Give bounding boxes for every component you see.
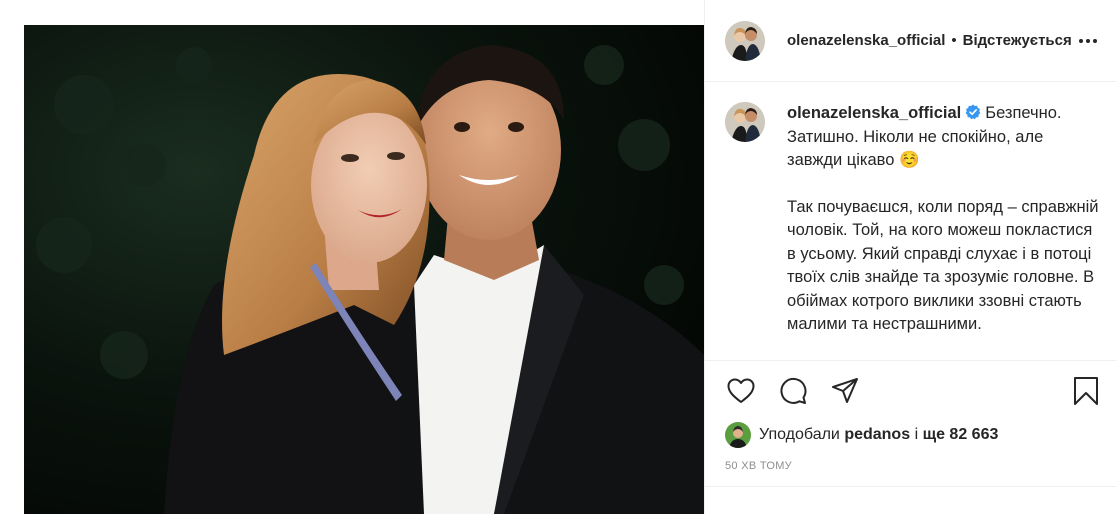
comment-icon[interactable] (777, 375, 809, 407)
post-photo[interactable] (24, 25, 704, 514)
avatar[interactable] (725, 20, 765, 61)
photo-panel (0, 0, 704, 514)
caption-text: olenazelenska_official Безпечно. Затишно.… (787, 102, 1100, 360)
liker-username[interactable]: pedanos (844, 426, 910, 443)
likes-conjunction: і (914, 426, 919, 443)
verified-badge-icon (965, 104, 981, 120)
likes-text: Уподобали pedanos і ще 82 663 (759, 426, 998, 444)
likes-count[interactable]: ще 82 663 (923, 426, 999, 443)
divider (705, 486, 1116, 487)
post-header: olenazelenska_official • Відстежується (705, 0, 1116, 82)
likes-row: Уподобали pedanos і ще 82 663 (705, 420, 1116, 450)
paper-plane-icon[interactable] (829, 375, 861, 407)
header-username[interactable]: olenazelenska_official (787, 32, 945, 49)
post-timestamp[interactable]: 50 ХВ ТОМУ (705, 460, 1116, 472)
bookmark-icon[interactable] (1070, 375, 1102, 407)
liker-avatar[interactable] (725, 422, 751, 448)
more-horizontal-icon[interactable] (1076, 29, 1100, 53)
caption-avatar[interactable] (725, 102, 765, 142)
caption-area: olenazelenska_official Безпечно. Затишно.… (705, 82, 1116, 360)
action-bar (705, 360, 1116, 420)
header-separator: • (951, 32, 957, 49)
post-side-panel: olenazelenska_official • Відстежується o… (704, 0, 1116, 514)
heart-icon[interactable] (725, 375, 757, 407)
caption-username[interactable]: olenazelenska_official (787, 104, 961, 122)
caption-paragraph-2: Так почуваєшся, коли поряд – справжній ч… (787, 197, 1099, 334)
likes-prefix: Уподобали (759, 426, 840, 443)
couple-photo-illustration (24, 25, 704, 514)
follow-status-button[interactable]: Відстежується (963, 32, 1072, 49)
instagram-post: olenazelenska_official • Відстежується o… (0, 0, 1116, 514)
